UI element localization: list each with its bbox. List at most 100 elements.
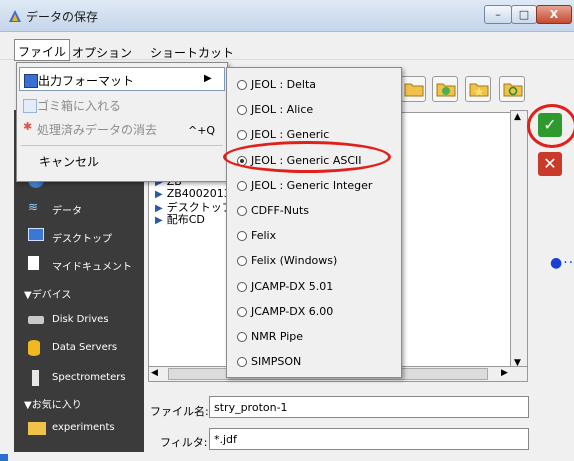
list-item[interactable]: ▶ 配布CD <box>155 211 205 227</box>
submenu-item[interactable]: CDFF-Nuts <box>233 200 397 222</box>
submenu-item-label: JEOL : Generic <box>251 128 330 141</box>
radio-icon <box>237 181 247 191</box>
title-bar: データの保存 – □ X <box>0 0 574 32</box>
sidebar-item-desktop[interactable]: デスクトップ <box>14 224 144 248</box>
submenu-item[interactable]: JEOL : Alice <box>233 99 397 121</box>
radio-icon <box>237 282 247 292</box>
close-button[interactable]: X <box>536 5 572 24</box>
submenu-item[interactable]: NMR Pipe <box>233 326 397 348</box>
minimize-button[interactable]: – <box>484 5 512 24</box>
window-title: データの保存 <box>26 10 99 24</box>
scroll-right-icon[interactable]: ▶ <box>501 368 508 378</box>
sidebar-item-documents[interactable]: マイドキュメント <box>14 252 144 276</box>
output-format-submenu: JEOL : Delta JEOL : Alice JEOL : Generic JE… <box>226 67 402 378</box>
menu-file[interactable]: ファイル <box>14 39 71 61</box>
folder-add-icon <box>436 83 456 97</box>
submenu-item-label: Felix (Windows) <box>251 254 338 267</box>
submenu-item-label: Felix <box>251 229 277 242</box>
radio-icon <box>237 256 247 266</box>
folder-up-button[interactable] <box>400 76 426 102</box>
save-icon <box>24 74 38 88</box>
section-header-favorites[interactable]: ▼お気に入り <box>24 396 82 411</box>
submenu-item[interactable]: JCAMP-DX 6.00 <box>233 301 397 323</box>
submenu-item[interactable]: Felix <box>233 225 397 247</box>
section-header-devices[interactable]: ▼デバイス <box>24 286 71 301</box>
sidebar-item-label: Data Servers <box>52 342 118 353</box>
data-icon: ≋ <box>28 200 39 214</box>
scroll-up-icon[interactable]: ▲ <box>514 112 521 122</box>
menu-item-trash[interactable]: ゴミ箱に入れる <box>19 93 225 117</box>
filename-input[interactable]: stry_proton-1 <box>209 396 529 418</box>
sidebar-item-label: experiments <box>52 422 115 433</box>
sidebar-item-data-servers[interactable]: Data Servers <box>14 336 144 360</box>
sidebar-item-label: Disk Drives <box>52 314 109 325</box>
pointer-dots-icon: ●··· <box>550 255 574 271</box>
radio-icon <box>237 206 247 216</box>
submenu-item-label: CDFF-Nuts <box>251 204 310 217</box>
menu-separator <box>21 145 223 146</box>
folder-star-icon <box>28 422 46 435</box>
menu-item-label: ゴミ箱に入れる <box>37 99 122 113</box>
document-icon <box>28 256 39 270</box>
cancel-shortcut: ^+Q <box>188 124 216 137</box>
list-right-pane <box>398 112 510 374</box>
radio-icon <box>237 357 247 367</box>
submenu-item[interactable]: JEOL : Delta <box>233 74 397 96</box>
folder-refresh-icon <box>503 83 523 97</box>
maximize-button[interactable]: □ <box>511 5 537 24</box>
app-icon <box>9 10 21 22</box>
highlight-ring-ok <box>527 104 574 148</box>
scroll-left-icon[interactable]: ◀ <box>151 368 158 378</box>
sidebar-item-data[interactable]: ≋ データ <box>14 196 144 220</box>
new-folder-button[interactable] <box>432 76 458 102</box>
radio-icon <box>237 231 247 241</box>
cancel-button[interactable]: ✕ <box>538 152 562 176</box>
submenu-item-label: JCAMP-DX 6.00 <box>251 305 334 318</box>
radio-icon <box>237 105 247 115</box>
submenu-item[interactable]: SIMPSON <box>233 351 397 373</box>
save-dialog-window: データの保存 – □ X ファイル オプション ショートカット Global ≋… <box>0 0 574 461</box>
spectrometer-icon <box>32 370 39 386</box>
submenu-item-label: SIMPSON <box>251 355 302 368</box>
submenu-arrow-icon: ▶ <box>204 73 212 84</box>
submenu-item-label: JEOL : Alice <box>251 103 314 116</box>
folder-star-icon <box>469 83 489 97</box>
refresh-folder-button[interactable] <box>499 76 525 102</box>
menu-shortcut[interactable]: ショートカット <box>150 44 234 61</box>
submenu-item-label: JEOL : Generic Integer <box>251 179 373 192</box>
trash-icon <box>23 99 37 113</box>
filename-label: ファイル名: <box>150 405 209 418</box>
submenu-item-label: JCAMP-DX 5.01 <box>251 280 334 293</box>
sidebar-item-label: マイドキュメント <box>52 262 132 273</box>
sidebar-item-label: デスクトップ <box>52 234 112 245</box>
erase-icon: ✱ <box>23 120 33 133</box>
submenu-item[interactable]: Felix (Windows) <box>233 250 397 272</box>
highlight-ring-format <box>223 141 391 173</box>
desktop-icon <box>28 228 44 241</box>
menu-item-cancel[interactable]: キャンセル <box>19 149 225 173</box>
sidebar-item-experiments[interactable]: experiments <box>14 416 144 440</box>
favorite-folder-button[interactable] <box>465 76 491 102</box>
submenu-item[interactable]: JCAMP-DX 5.01 <box>233 276 397 298</box>
menu-item-label: 出力フォーマット <box>38 74 135 88</box>
radio-icon <box>237 307 247 317</box>
filter-label: フィルタ: <box>160 436 208 449</box>
folder-icon <box>404 83 424 97</box>
menu-item-label: 処理済みデータの消去 <box>37 123 158 137</box>
vertical-scrollbar[interactable]: ▲ ▼ <box>510 110 528 372</box>
sidebar-item-label: データ <box>52 206 82 217</box>
filter-input[interactable]: *.jdf <box>209 428 529 450</box>
menu-option[interactable]: オプション <box>72 44 132 61</box>
sidebar-item-disk-drives[interactable]: Disk Drives <box>14 308 144 332</box>
submenu-item[interactable]: JEOL : Generic Integer <box>233 175 397 197</box>
sidebar-item-label: Spectrometers <box>52 372 126 383</box>
disk-icon <box>28 316 44 324</box>
menu-item-output-format[interactable]: 出力フォーマット <box>19 67 225 91</box>
radio-icon <box>237 130 247 140</box>
submenu-item-label: JEOL : Delta <box>251 78 317 91</box>
menu-item-label: キャンセル <box>39 155 100 169</box>
list-item-label: 配布CD <box>166 213 205 226</box>
sidebar-item-spectrometers[interactable]: Spectrometers <box>14 366 144 390</box>
expand-icon: ▶ <box>155 215 163 226</box>
radio-icon <box>237 332 247 342</box>
